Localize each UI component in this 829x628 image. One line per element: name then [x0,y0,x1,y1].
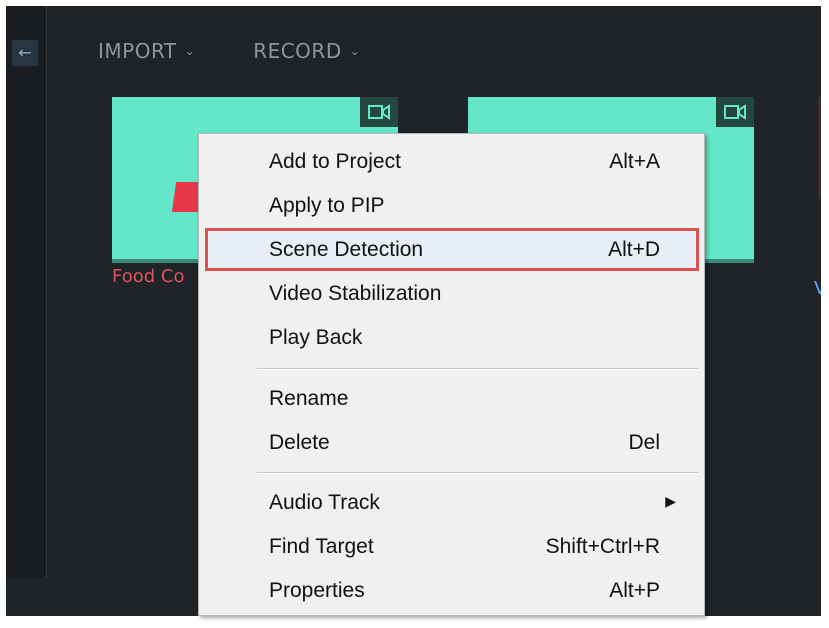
record-menu[interactable]: RECORD ⌄ [253,36,360,66]
menu-item-rename[interactable]: Rename [205,377,698,419]
menu-separator [257,472,698,474]
menu-item-shortcut: Del [628,431,660,454]
menu-item-shortcut: Alt+P [609,579,660,602]
video-camera-icon [360,97,398,127]
record-label: RECORD [253,39,342,63]
annotation-highlight-box [205,228,699,271]
arrow-left-icon: ← [18,43,32,62]
menu-item-video-stabilization[interactable]: Video Stabilization [205,272,698,314]
chevron-down-icon: ⌄ [184,44,196,58]
menu-item-shortcut: Shift+Ctrl+R [545,535,660,558]
clip-title: Food Co [112,266,185,287]
back-button[interactable]: ← [12,40,38,66]
import-menu[interactable]: IMPORT ⌄ [98,36,195,66]
menu-item-label: Audio Track [269,491,380,514]
menu-item-play-back[interactable]: Play Back [205,316,698,358]
menu-item-add-to-project[interactable]: Add to Project Alt+A [205,140,698,182]
menu-item-apply-to-pip[interactable]: Apply to PIP [205,184,698,226]
menu-item-shortcut: Alt+A [609,150,660,173]
triangle-right-icon: ▶ [665,493,676,509]
menu-separator [257,368,698,370]
chevron-down-icon: ⌄ [349,44,361,58]
menu-item-label: Find Target [269,535,374,558]
menu-item-audio-track[interactable]: Audio Track ▶ [205,481,698,523]
menu-item-label: Properties [269,579,365,602]
left-sidebar: ← [6,6,47,578]
media-thumbnail-partial[interactable] [818,97,821,197]
context-menu: Add to Project Alt+A Apply to PIP Scene … [198,133,705,616]
menu-item-label: Rename [269,387,349,410]
menu-item-label: Video Stabilization [269,282,442,305]
video-camera-icon [716,97,754,127]
menu-item-label: Apply to PIP [269,194,385,217]
import-label: IMPORT [98,39,177,63]
menu-item-label: Delete [269,431,330,454]
menu-item-delete[interactable]: Delete Del [205,421,698,463]
menu-item-find-target[interactable]: Find Target Shift+Ctrl+R [205,525,698,567]
menu-item-label: Add to Project [269,150,401,173]
menu-item-label: Play Back [269,326,363,349]
top-nav: IMPORT ⌄ RECORD ⌄ [98,36,360,66]
menu-item-properties[interactable]: Properties Alt+P [205,569,698,611]
clip-title: V [814,278,821,299]
